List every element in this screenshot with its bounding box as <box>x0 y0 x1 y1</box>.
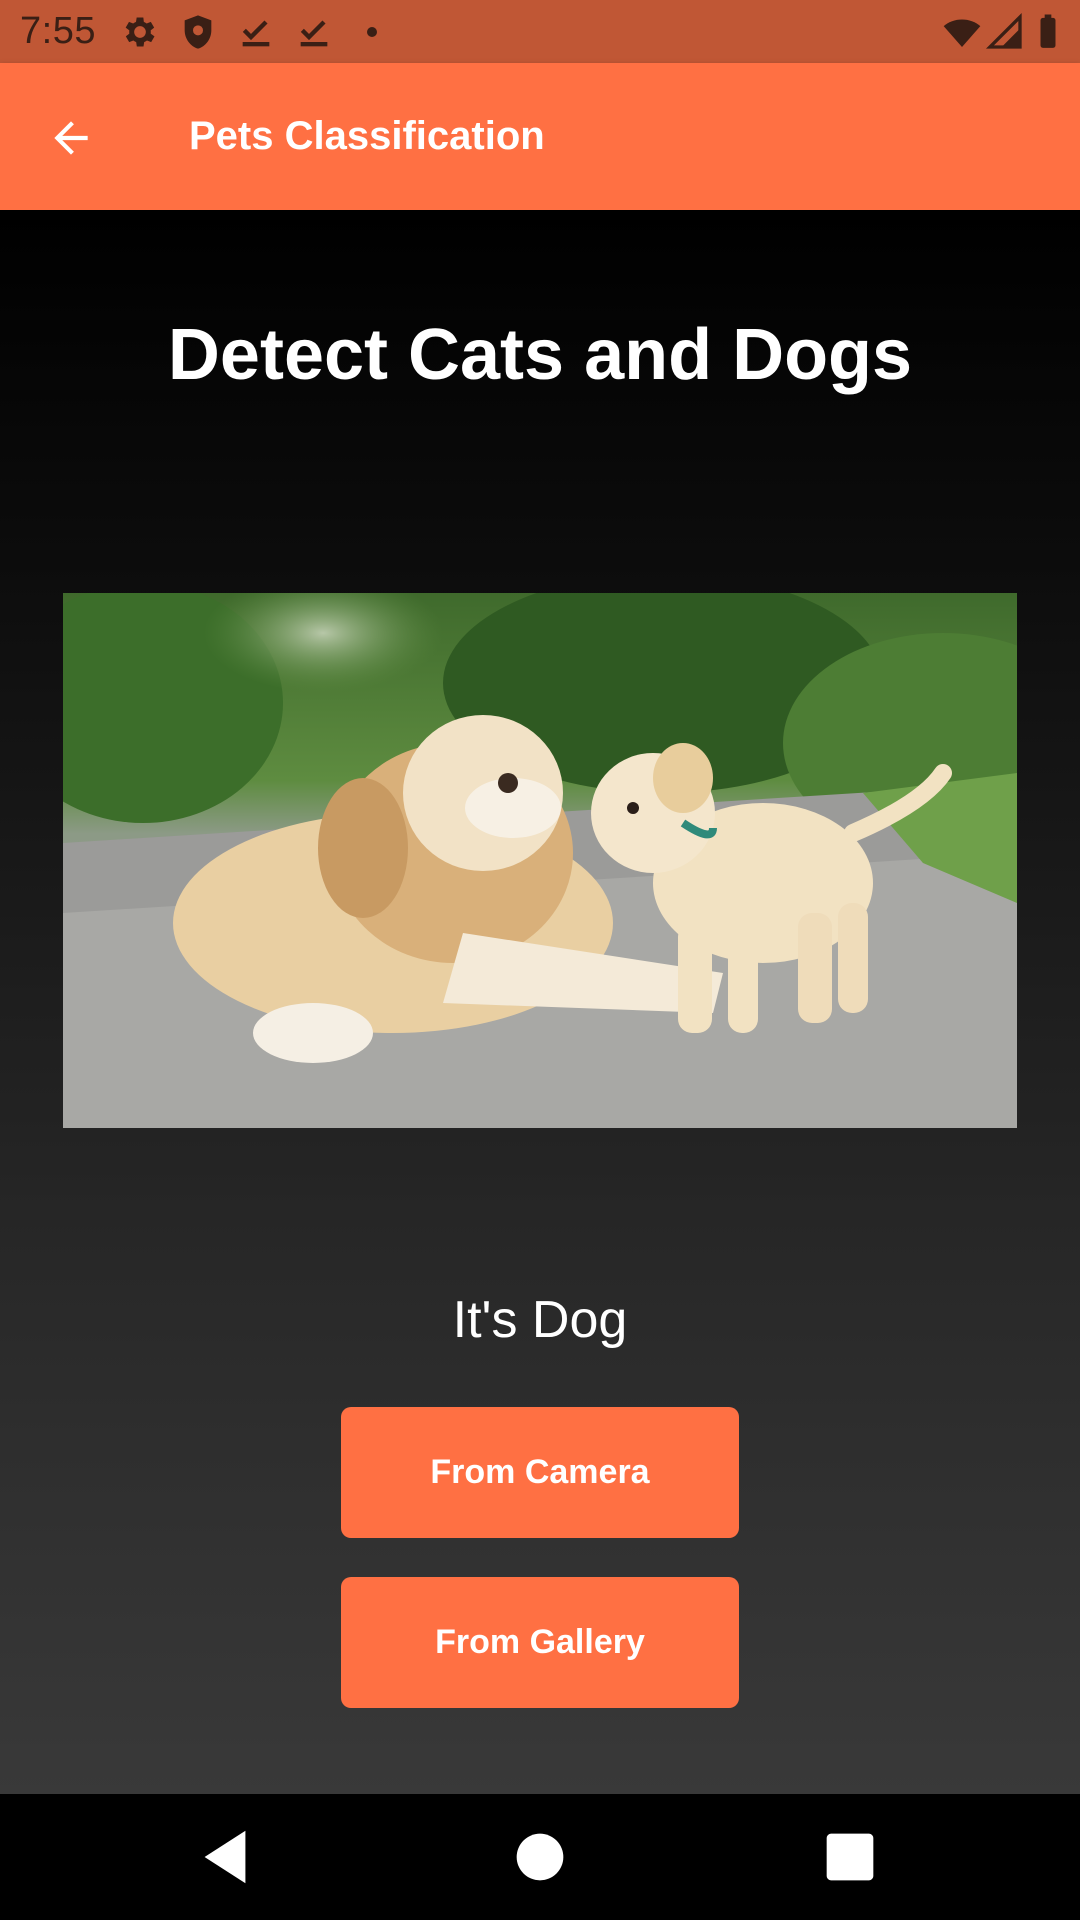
classification-result: It's Dog <box>452 1291 628 1349</box>
back-triangle-icon <box>204 1830 246 1884</box>
nav-home-button[interactable] <box>505 1822 575 1892</box>
dot-icon <box>352 12 392 52</box>
nav-recents-button[interactable] <box>815 1822 885 1892</box>
from-camera-button[interactable]: From Camera <box>341 1407 739 1538</box>
main-content: Detect Cats and Dogs It's Dog From Camer… <box>0 210 1080 1794</box>
shield-icon <box>178 12 218 52</box>
gear-icon <box>120 12 160 52</box>
download-done-icon <box>294 12 334 52</box>
system-navigation-bar <box>0 1794 1080 1920</box>
download-done-icon <box>236 12 276 52</box>
signal-icon <box>985 12 1025 52</box>
home-circle-icon <box>516 1833 564 1881</box>
wifi-icon <box>942 12 982 52</box>
app-title: Pets Classification <box>189 114 545 158</box>
dog-photo-image <box>63 593 1017 1128</box>
status-time: 7:55 <box>20 10 96 52</box>
app-bar: Pets Classification <box>0 63 1080 210</box>
from-gallery-button[interactable]: From Gallery <box>341 1577 739 1708</box>
nav-back-button[interactable] <box>190 1822 260 1892</box>
status-bar: 7:55 <box>0 0 1080 63</box>
pet-photo <box>63 593 1017 1128</box>
battery-icon <box>1028 12 1068 52</box>
back-button[interactable] <box>36 103 106 173</box>
recents-square-icon <box>826 1833 874 1881</box>
arrow-back-icon <box>54 121 88 155</box>
page-headline: Detect Cats and Dogs <box>167 315 913 395</box>
